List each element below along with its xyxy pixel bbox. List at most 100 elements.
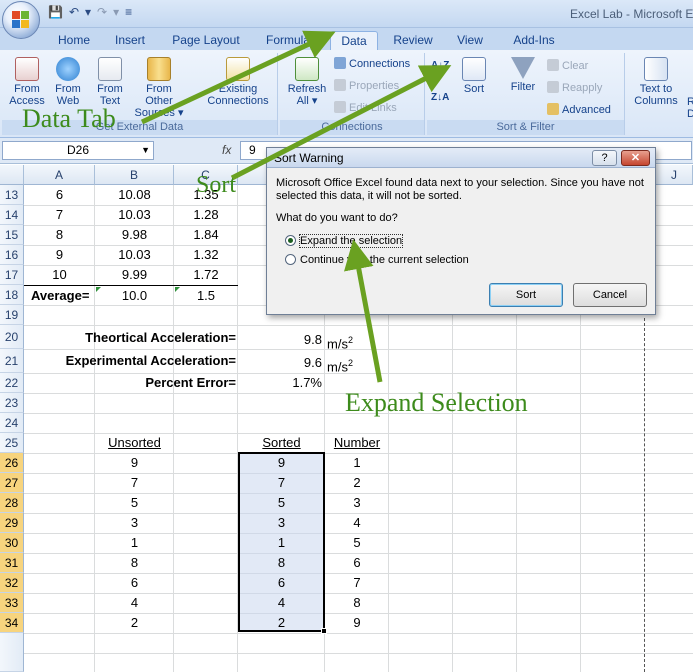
- cell-c16[interactable]: 1.32: [174, 245, 238, 265]
- unsorted-cell[interactable]: 9: [95, 453, 174, 473]
- number-cell[interactable]: 1: [325, 453, 389, 473]
- redo-dropdown-icon[interactable]: ▾: [113, 5, 119, 19]
- row-header[interactable]: 20: [0, 325, 24, 349]
- cell-b14[interactable]: 10.03: [95, 205, 174, 225]
- row-header[interactable]: 13: [0, 185, 24, 205]
- column-header-j[interactable]: J: [656, 165, 693, 185]
- help-icon[interactable]: ?: [592, 150, 617, 166]
- name-box[interactable]: D26 ▼: [2, 141, 154, 160]
- data-validation-partial[interactable]: D: [687, 107, 693, 121]
- number-cell[interactable]: 2: [325, 473, 389, 493]
- cell-c15[interactable]: 1.84: [174, 225, 238, 245]
- tab-insert[interactable]: Insert: [108, 31, 152, 50]
- column-header-a[interactable]: A: [24, 165, 95, 185]
- experimental-acceleration-label[interactable]: Experimental Acceleration=: [24, 351, 236, 371]
- tab-add-ins[interactable]: Add-Ins: [506, 31, 562, 50]
- number-cell[interactable]: 8: [325, 593, 389, 613]
- cell-a15[interactable]: 8: [24, 225, 95, 245]
- sorted-cell[interactable]: 1: [238, 533, 325, 553]
- number-cell[interactable]: 4: [325, 513, 389, 533]
- unsorted-cell[interactable]: 2: [95, 613, 174, 633]
- cell-a17[interactable]: 10: [24, 265, 95, 285]
- row-header[interactable]: 32: [0, 573, 24, 593]
- customize-qat-icon[interactable]: ≡: [125, 5, 132, 19]
- advanced-button[interactable]: Advanced: [547, 103, 611, 117]
- row-header[interactable]: 25: [0, 433, 24, 453]
- unsorted-cell[interactable]: 1: [95, 533, 174, 553]
- refresh-all-button[interactable]: Refresh All ▾: [284, 57, 330, 107]
- unsorted-cell[interactable]: 8: [95, 553, 174, 573]
- cell-b18[interactable]: 10.0: [95, 286, 174, 306]
- percent-error-value[interactable]: 1.7%: [238, 373, 322, 393]
- sorted-cell[interactable]: 8: [238, 553, 325, 573]
- continue-current-selection-option[interactable]: Continue with the current selection: [285, 253, 469, 267]
- cell-b15[interactable]: 9.98: [95, 225, 174, 245]
- unsorted-cell[interactable]: 7: [95, 473, 174, 493]
- undo-dropdown-icon[interactable]: ▾: [85, 5, 91, 19]
- tab-page-layout[interactable]: Page Layout: [168, 31, 244, 50]
- undo-icon[interactable]: ↶: [69, 5, 79, 19]
- sorted-cell[interactable]: 6: [238, 573, 325, 593]
- sort-button[interactable]: Sort: [489, 283, 563, 307]
- tab-formulas[interactable]: Formulas: [258, 31, 324, 50]
- from-other-sources-button[interactable]: From Other Sources ▾: [132, 57, 186, 119]
- redo-icon[interactable]: ↷: [97, 5, 107, 19]
- sort-z-to-a-button[interactable]: Z↓A: [431, 91, 449, 105]
- number-cell[interactable]: 3: [325, 493, 389, 513]
- sorted-cell[interactable]: 4: [238, 593, 325, 613]
- row-header[interactable]: 15: [0, 225, 24, 245]
- row-header[interactable]: 27: [0, 473, 24, 493]
- sorted-cell[interactable]: 2: [238, 613, 325, 633]
- text-to-columns-button[interactable]: Text to Columns: [631, 57, 681, 107]
- radio-selected-icon[interactable]: [285, 235, 296, 246]
- row-header[interactable]: 19: [0, 305, 24, 325]
- clear-button[interactable]: Clear: [547, 59, 588, 73]
- cell-c18[interactable]: 1.5: [174, 286, 238, 306]
- row-header[interactable]: 22: [0, 373, 24, 393]
- from-access-button[interactable]: From Access: [6, 57, 48, 107]
- cell-a14[interactable]: 7: [24, 205, 95, 225]
- cell-c14[interactable]: 1.28: [174, 205, 238, 225]
- office-button[interactable]: [2, 1, 40, 39]
- row-header[interactable]: 30: [0, 533, 24, 553]
- save-icon[interactable]: 💾: [48, 5, 63, 19]
- sort-a-to-z-button[interactable]: A↓Z: [431, 59, 449, 73]
- percent-error-label[interactable]: Percent Error=: [24, 373, 236, 393]
- unsorted-header[interactable]: Unsorted: [95, 433, 174, 453]
- insert-function-icon[interactable]: fx: [222, 143, 231, 157]
- number-cell[interactable]: 9: [325, 613, 389, 633]
- cell-a16[interactable]: 9: [24, 245, 95, 265]
- cell-c17[interactable]: 1.72: [174, 265, 238, 285]
- row-header[interactable]: 33: [0, 593, 24, 613]
- sorted-cell[interactable]: 9: [238, 453, 325, 473]
- sort-button[interactable]: Sort: [457, 57, 491, 95]
- cancel-button[interactable]: Cancel: [573, 283, 647, 307]
- unsorted-cell[interactable]: 6: [95, 573, 174, 593]
- number-cell[interactable]: 7: [325, 573, 389, 593]
- unsorted-cell[interactable]: 5: [95, 493, 174, 513]
- connections-button[interactable]: Connections: [334, 57, 410, 71]
- column-header-b[interactable]: B: [95, 165, 174, 185]
- number-cell[interactable]: 6: [325, 553, 389, 573]
- from-text-button[interactable]: From Text: [90, 57, 130, 107]
- unsorted-cell[interactable]: 3: [95, 513, 174, 533]
- row-header[interactable]: 16: [0, 245, 24, 265]
- tab-review[interactable]: Review: [388, 31, 438, 50]
- sorted-cell[interactable]: 5: [238, 493, 325, 513]
- row-header[interactable]: 31: [0, 553, 24, 573]
- row-header[interactable]: 21: [0, 349, 24, 373]
- tab-data[interactable]: Data: [330, 31, 378, 50]
- cell-a18-average-label[interactable]: Average=: [31, 286, 95, 306]
- edit-links-button[interactable]: Edit Links: [334, 101, 397, 115]
- row-header[interactable]: 24: [0, 413, 24, 433]
- filter-button[interactable]: Filter: [505, 57, 541, 93]
- tab-view[interactable]: View: [448, 31, 492, 50]
- row-header[interactable]: 17: [0, 265, 24, 285]
- row-header[interactable]: 14: [0, 205, 24, 225]
- from-web-button[interactable]: From Web: [48, 57, 88, 107]
- number-cell[interactable]: 5: [325, 533, 389, 553]
- name-box-dropdown-icon[interactable]: ▼: [141, 142, 150, 159]
- existing-connections-button[interactable]: Existing Connections: [202, 57, 274, 107]
- row-header[interactable]: 26: [0, 453, 24, 473]
- row-header[interactable]: 23: [0, 393, 24, 413]
